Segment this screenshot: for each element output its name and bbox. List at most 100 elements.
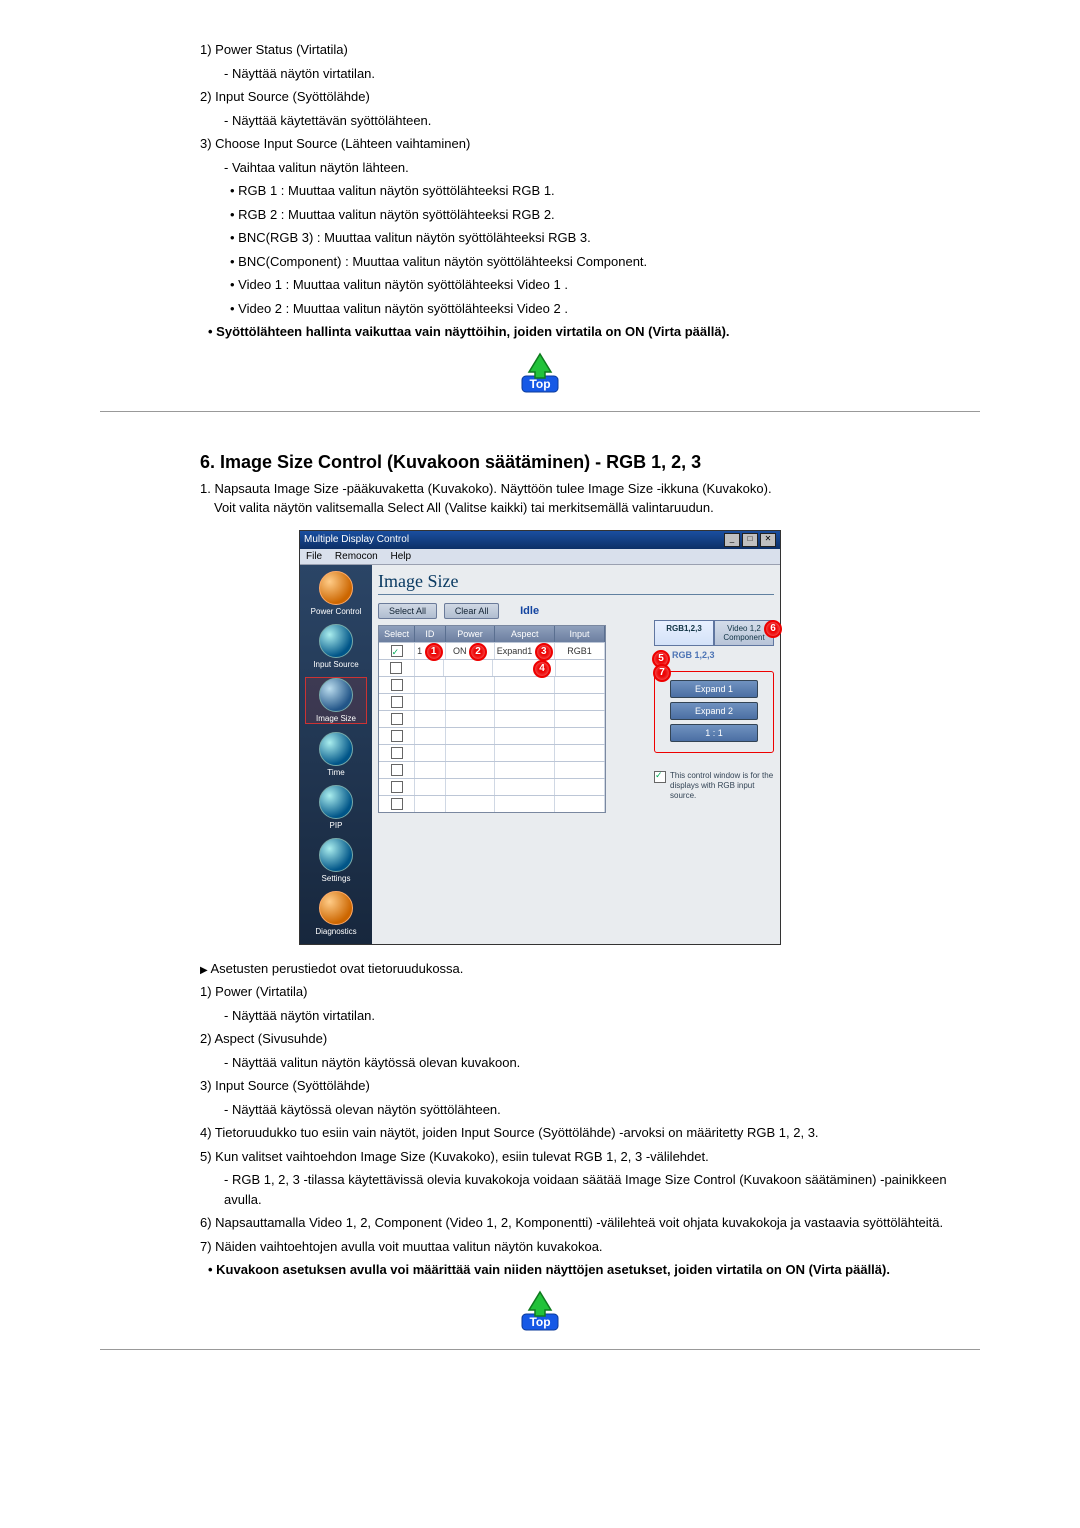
window-title: Multiple Display Control <box>304 534 409 545</box>
grid-row-1[interactable]: 1 1 ON 2 Expand1 3 RGB1 <box>379 642 605 659</box>
col-select: Select <box>379 626 415 642</box>
grid-row-7[interactable] <box>379 744 605 761</box>
menu-file[interactable]: File <box>306 551 322 562</box>
item3-bnccomp: • BNC(Component) : Muuttaa valitun näytö… <box>230 252 980 272</box>
item3-video2: • Video 2 : Muuttaa valitun näytön syött… <box>230 299 980 319</box>
p5-desc: - RGB 1, 2, 3 -tilassa käytettävissä ole… <box>224 1170 980 1209</box>
grid-row-10[interactable] <box>379 795 605 812</box>
item3-video1: • Video 1 : Muuttaa valitun näytön syött… <box>230 275 980 295</box>
back-to-top[interactable]: Top <box>100 352 980 397</box>
option-1-1[interactable]: 1 : 1 <box>670 724 758 742</box>
sub-tab-label: RGB 1,2,3 <box>672 650 715 660</box>
menu-help[interactable]: Help <box>391 551 412 562</box>
sidebar-item-pip[interactable]: PIP <box>306 785 366 830</box>
sidebar-label-power: Power Control <box>306 607 366 616</box>
sidebar-label-settings: Settings <box>306 874 366 883</box>
p1-title: 1) Power (Virtatila) <box>200 982 980 1002</box>
p5: 5) Kun valitset vaihtoehdon Image Size (… <box>200 1147 980 1167</box>
item3-desc: - Vaihtaa valitun näytön lähteen. <box>224 158 980 178</box>
row1-aspect: Expand1 3 <box>495 643 555 659</box>
clear-all-button[interactable]: Clear All <box>444 603 500 619</box>
pip-icon <box>319 785 353 819</box>
row1-input: RGB1 <box>555 643 605 659</box>
item3-rgb2: • RGB 2 : Muuttaa valitun näytön syöttöl… <box>230 205 980 225</box>
marker-6: 6 <box>764 620 782 638</box>
col-input: Input <box>555 626 605 642</box>
item3-title: 3) Choose Input Source (Lähteen vaihtami… <box>200 134 980 154</box>
section6-intro-line2: Voit valita näytön valitsemalla Select A… <box>214 498 714 518</box>
sidebar-label-time: Time <box>306 768 366 777</box>
p6: 6) Napsauttamalla Video 1, 2, Component … <box>200 1213 980 1233</box>
sidebar-label-inputsource: Input Source <box>306 660 366 669</box>
section6-heading: 6. Image Size Control (Kuvakoon säätämin… <box>200 452 980 473</box>
p3-title: 3) Input Source (Syöttölähde) <box>200 1076 980 1096</box>
separator-1 <box>100 411 980 412</box>
app-body: Power Control Input Source Image Size Ti… <box>300 565 780 944</box>
grid-row-8[interactable] <box>379 761 605 778</box>
option-expand2[interactable]: Expand 2 <box>670 702 758 720</box>
inputsource-icon <box>319 624 353 658</box>
row1-power: ON 2 <box>446 643 496 659</box>
close-button[interactable]: ✕ <box>760 533 776 547</box>
sidebar: Power Control Input Source Image Size Ti… <box>300 565 372 944</box>
p4: 4) Tietoruudukko tuo esiin vain näytöt, … <box>200 1123 980 1143</box>
grid-row-3[interactable] <box>379 676 605 693</box>
tab-pair: RGB1,2,3 Video 1,2 Component 6 <box>654 620 774 646</box>
col-aspect: Aspect <box>495 626 555 642</box>
marker-4: 4 <box>533 660 551 678</box>
maximize-button[interactable]: □ <box>742 533 758 547</box>
sidebar-label-imagesize: Image Size <box>306 714 366 723</box>
imagesize-icon <box>319 678 353 712</box>
item2-title: 2) Input Source (Syöttölähde) <box>200 87 980 107</box>
col-power: Power <box>446 626 496 642</box>
top-icon-2: Top <box>519 1290 561 1332</box>
sidebar-item-imagesize[interactable]: Image Size <box>305 677 367 724</box>
svg-text:Top: Top <box>529 377 550 391</box>
settings-icon <box>319 838 353 872</box>
svg-text:Top: Top <box>529 1315 550 1329</box>
document-page: 1) Power Status (Virtatila) - Näyttää nä… <box>0 0 1080 1390</box>
power-icon <box>319 571 353 605</box>
toolbar-row: Select All Clear All Idle <box>378 603 774 619</box>
menubar: File Remocon Help <box>300 549 780 565</box>
item3-bncrgb3: • BNC(RGB 3) : Muuttaa valitun näytön sy… <box>230 228 980 248</box>
grid-row-9[interactable] <box>379 778 605 795</box>
info-box: This control window is for the displays … <box>654 771 774 801</box>
status-label: Idle <box>520 605 539 617</box>
sidebar-item-inputsource[interactable]: Input Source <box>306 624 366 669</box>
sidebar-item-diagnostics[interactable]: Diagnostics <box>306 891 366 936</box>
back-to-top-2[interactable]: Top <box>100 1290 980 1335</box>
select-all-button[interactable]: Select All <box>378 603 437 619</box>
grid-row-6[interactable] <box>379 727 605 744</box>
panel-title: Image Size <box>378 571 774 595</box>
p1-desc: - Näyttää näytön virtatilan. <box>224 1006 980 1026</box>
row1-id: 1 1 <box>415 643 445 659</box>
item1-title: 1) Power Status (Virtatila) <box>200 40 980 60</box>
info-checkbox[interactable] <box>654 771 666 783</box>
main-area: Image Size Select All Clear All Idle Sel… <box>372 565 780 944</box>
row1-checkbox[interactable] <box>379 643 415 659</box>
marker-2: 2 <box>469 643 487 661</box>
item3-rgb1: • RGB 1 : Muuttaa valitun näytön syöttöl… <box>230 181 980 201</box>
sidebar-item-time[interactable]: Time <box>306 732 366 777</box>
display-grid: Select ID Power Aspect Input 1 1 ON 2 Ex… <box>378 625 606 813</box>
grid-row-4[interactable] <box>379 693 605 710</box>
grid-header: Select ID Power Aspect Input <box>379 626 605 642</box>
diagnostics-icon <box>319 891 353 925</box>
grid-row-2[interactable]: 4 <box>379 659 605 676</box>
p7: 7) Näiden vaihtoehtojen avulla voit muut… <box>200 1237 980 1257</box>
menu-remocon[interactable]: Remocon <box>335 551 378 562</box>
grid-row-5[interactable] <box>379 710 605 727</box>
window-buttons: _ □ ✕ <box>724 533 776 547</box>
item1-desc: - Näyttää näytön virtatilan. <box>224 64 980 84</box>
app-window: Multiple Display Control _ □ ✕ File Remo… <box>299 530 781 945</box>
info-text: This control window is for the displays … <box>670 771 774 801</box>
time-icon <box>319 732 353 766</box>
option-expand1[interactable]: Expand 1 <box>670 680 758 698</box>
sidebar-item-power[interactable]: Power Control <box>306 571 366 616</box>
sidebar-label-pip: PIP <box>306 821 366 830</box>
sidebar-item-settings[interactable]: Settings <box>306 838 366 883</box>
tab-rgb[interactable]: RGB1,2,3 <box>654 620 714 646</box>
col-id: ID <box>415 626 445 642</box>
minimize-button[interactable]: _ <box>724 533 740 547</box>
